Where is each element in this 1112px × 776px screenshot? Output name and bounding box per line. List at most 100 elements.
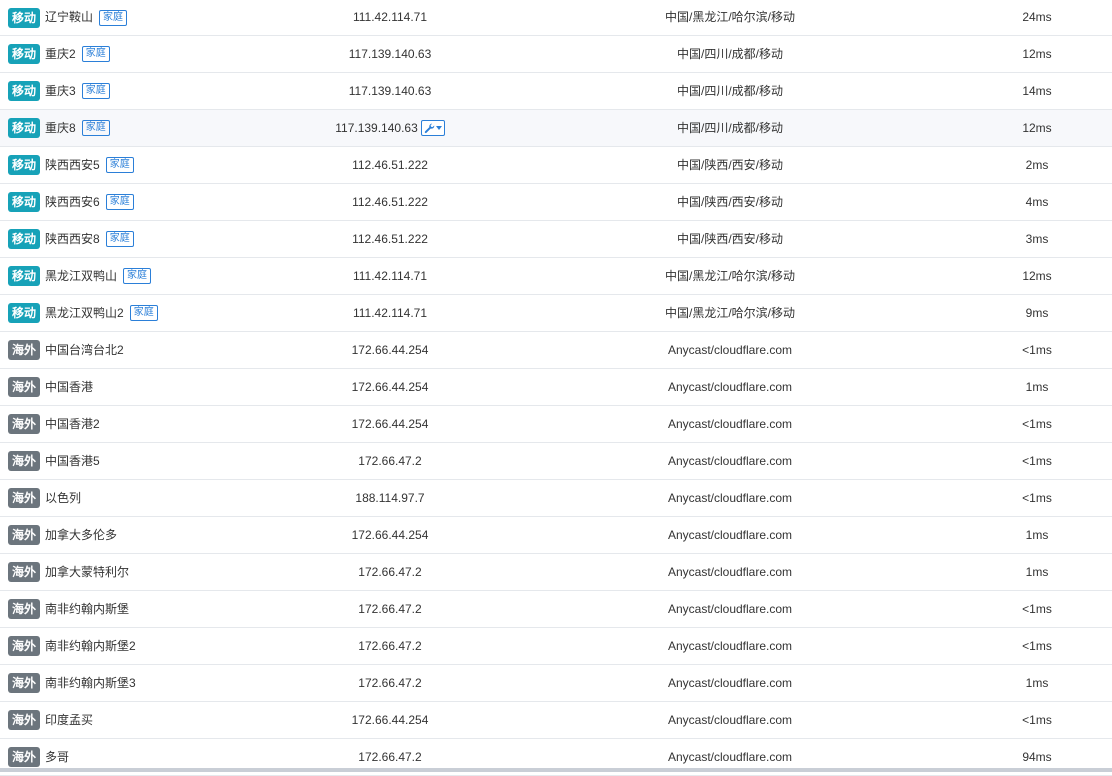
latency-cell: 1ms — [1025, 380, 1049, 394]
isp-badge: 移动 — [8, 44, 41, 64]
node-cell: 移动 黑龙江双鸭山2 家庭 — [8, 295, 298, 331]
ip-address[interactable]: 172.66.44.254 — [352, 517, 429, 553]
location-cell: Anycast/cloudflare.com — [667, 713, 793, 727]
isp-badge: 移动 — [8, 229, 41, 249]
table-row[interactable]: 海外 南非约翰内斯堡2 172.66.47.2 Anycast/cloudflare.… — [0, 628, 1112, 665]
latency-cell: 1ms — [1025, 528, 1049, 542]
isp-badge: 海外 — [8, 747, 41, 767]
ping-results-table: 移动 辽宁鞍山 家庭 111.42.114.71 中国/黑龙江/哈尔滨/移动 24ms 移动… — [0, 0, 1112, 776]
ip-wrap: 172.66.47.2 — [358, 665, 421, 701]
ip-cell: 117.139.140.63 — [290, 36, 490, 72]
table-row[interactable]: 海外 中国香港 172.66.44.254 Anycast/cloudflare.co… — [0, 369, 1112, 406]
location-cell: 中国/黑龙江/哈尔滨/移动 — [664, 269, 795, 283]
table-row[interactable]: 移动 辽宁鞍山 家庭 111.42.114.71 中国/黑龙江/哈尔滨/移动 24ms — [0, 0, 1112, 36]
home-tag: 家庭 — [105, 231, 134, 247]
node-cell: 海外 印度孟买 — [8, 702, 298, 738]
location-cell: 中国/四川/成都/移动 — [676, 121, 783, 135]
table-row[interactable]: 海外 以色列 188.114.97.7 Anycast/cloudflare.com <… — [0, 480, 1112, 517]
node-cell: 海外 中国香港5 — [8, 443, 298, 479]
location-cell: Anycast/cloudflare.com — [667, 528, 793, 542]
isp-badge: 海外 — [8, 710, 41, 730]
table-row[interactable]: 移动 陕西西安6 家庭 112.46.51.222 中国/陕西/西安/移动 4ms — [0, 184, 1112, 221]
latency-cell: 1ms — [1025, 565, 1049, 579]
table-row[interactable]: 海外 中国台湾台北2 172.66.44.254 Anycast/cloudflare… — [0, 332, 1112, 369]
isp-badge: 海外 — [8, 488, 41, 508]
table-row[interactable]: 海外 南非约翰内斯堡 172.66.47.2 Anycast/cloudflare.c… — [0, 591, 1112, 628]
ip-address[interactable]: 111.42.114.71 — [353, 0, 427, 35]
table-row[interactable]: 海外 中国香港2 172.66.44.254 Anycast/cloudflare.c… — [0, 406, 1112, 443]
ip-address[interactable]: 117.139.140.63 — [349, 36, 432, 72]
ip-wrap: 117.139.140.63 — [335, 110, 445, 146]
ip-address[interactable]: 172.66.47.2 — [358, 665, 421, 701]
location-cell: Anycast/cloudflare.com — [667, 676, 793, 690]
ip-cell: 172.66.47.2 — [290, 443, 490, 479]
isp-badge: 移动 — [8, 155, 41, 175]
node-cell: 移动 陕西西安8 家庭 — [8, 221, 298, 257]
node-name: 辽宁鞍山 — [45, 10, 94, 24]
ip-wrap: 172.66.44.254 — [352, 702, 429, 738]
location-cell: Anycast/cloudflare.com — [667, 639, 793, 653]
ip-address[interactable]: 172.66.44.254 — [352, 702, 429, 738]
node-name: 加拿大蒙特利尔 — [45, 565, 130, 579]
ip-tools-dropdown-button[interactable] — [420, 120, 445, 136]
home-tag: 家庭 — [99, 9, 128, 26]
node-name: 重庆8 — [45, 121, 76, 135]
isp-badge: 海外 — [8, 414, 41, 434]
isp-badge: 移动 — [8, 303, 41, 323]
ip-cell: 112.46.51.222 — [290, 184, 490, 220]
ip-wrap: 112.46.51.222 — [352, 147, 428, 183]
ip-address[interactable]: 172.66.47.2 — [358, 554, 421, 590]
ip-wrap: 172.66.47.2 — [358, 554, 421, 590]
ip-address[interactable]: 188.114.97.7 — [355, 480, 424, 516]
location-cell: 中国/陕西/西安/移动 — [676, 232, 783, 246]
table-row[interactable]: 移动 陕西西安8 家庭 112.46.51.222 中国/陕西/西安/移动 3ms — [0, 221, 1112, 258]
table-row[interactable]: 海外 印度孟买 172.66.44.254 Anycast/cloudflare.co… — [0, 702, 1112, 739]
ip-address[interactable]: 117.139.140.63 — [349, 73, 432, 109]
ip-wrap: 117.139.140.63 — [349, 73, 432, 109]
table-row[interactable]: 移动 重庆8 家庭 117.139.140.63 中国/四川/成都/移动 12ms — [0, 110, 1112, 147]
table-row[interactable]: 移动 黑龙江双鸭山2 家庭 111.42.114.71 中国/黑龙江/哈尔滨/移动 9ms — [0, 295, 1112, 332]
ip-wrap: 172.66.47.2 — [358, 591, 421, 627]
ip-address[interactable]: 117.139.140.63 — [335, 110, 418, 146]
table-row[interactable]: 海外 加拿大蒙特利尔 172.66.47.2 Anycast/cloudflare.c… — [0, 554, 1112, 591]
node-name: 中国香港 — [45, 380, 94, 394]
table-row[interactable]: 移动 重庆2 家庭 117.139.140.63 中国/四川/成都/移动 12ms — [0, 36, 1112, 73]
ip-address[interactable]: 172.66.44.254 — [352, 406, 429, 442]
ip-address[interactable]: 112.46.51.222 — [352, 184, 428, 220]
isp-badge: 海外 — [8, 451, 41, 471]
ip-address[interactable]: 172.66.47.2 — [358, 591, 421, 627]
ip-cell: 188.114.97.7 — [290, 480, 490, 516]
table-row[interactable]: 海外 南非约翰内斯堡3 172.66.47.2 Anycast/cloudflare.… — [0, 665, 1112, 702]
isp-badge: 海外 — [8, 636, 41, 656]
table-row[interactable]: 移动 黑龙江双鸭山 家庭 111.42.114.71 中国/黑龙江/哈尔滨/移动 12ms — [0, 258, 1112, 295]
latency-cell: 1ms — [1025, 676, 1049, 690]
node-cell: 海外 南非约翰内斯堡3 — [8, 665, 298, 701]
ip-address[interactable]: 112.46.51.222 — [352, 147, 428, 183]
node-name: 黑龙江双鸭山 — [45, 269, 118, 283]
table-row[interactable]: 海外 中国香港5 172.66.47.2 Anycast/cloudflare.com… — [0, 443, 1112, 480]
node-cell: 移动 陕西西安5 家庭 — [8, 147, 298, 183]
node-name: 中国香港5 — [45, 454, 100, 468]
ip-address[interactable]: 172.66.47.2 — [358, 628, 421, 664]
node-cell: 海外 以色列 — [8, 480, 298, 516]
ip-address[interactable]: 111.42.114.71 — [353, 295, 427, 331]
node-name: 南非约翰内斯堡2 — [45, 639, 136, 653]
ip-address[interactable]: 111.42.114.71 — [353, 258, 427, 294]
ip-address[interactable]: 172.66.47.2 — [358, 443, 421, 479]
ip-address[interactable]: 172.66.44.254 — [352, 332, 429, 368]
node-cell: 移动 重庆3 家庭 — [8, 73, 298, 109]
latency-cell: <1ms — [1022, 343, 1052, 357]
latency-cell: 12ms — [1022, 121, 1052, 135]
node-cell: 移动 重庆8 家庭 — [8, 110, 298, 146]
ip-wrap: 172.66.47.2 — [358, 628, 421, 664]
table-row[interactable]: 移动 重庆3 家庭 117.139.140.63 中国/四川/成都/移动 14ms — [0, 73, 1112, 110]
latency-cell: 4ms — [1025, 195, 1049, 209]
table-bottom-edge — [0, 768, 1112, 772]
node-name: 南非约翰内斯堡3 — [45, 676, 136, 690]
location-cell: Anycast/cloudflare.com — [667, 417, 793, 431]
location-cell: Anycast/cloudflare.com — [667, 602, 793, 616]
ip-address[interactable]: 112.46.51.222 — [352, 221, 428, 257]
ip-address[interactable]: 172.66.44.254 — [352, 369, 429, 405]
table-row[interactable]: 海外 加拿大多伦多 172.66.44.254 Anycast/cloudflare.… — [0, 517, 1112, 554]
table-row[interactable]: 移动 陕西西安5 家庭 112.46.51.222 中国/陕西/西安/移动 2ms — [0, 147, 1112, 184]
